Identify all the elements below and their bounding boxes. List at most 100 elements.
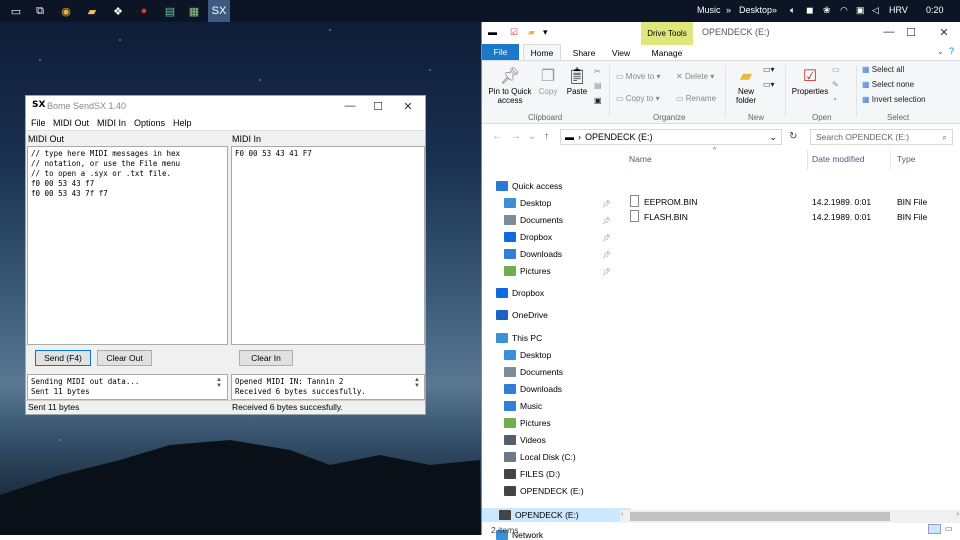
pin-icon[interactable]: 📌︎: [602, 251, 611, 259]
sidebar-item[interactable]: OPENDECK (E:): [504, 486, 584, 496]
maximize-icon[interactable]: ☐: [364, 98, 392, 114]
forward-icon[interactable]: →: [511, 131, 521, 142]
sidebar-item[interactable]: Pictures: [504, 266, 551, 276]
new-folder-icon[interactable]: ▰: [528, 27, 535, 38]
search-input[interactable]: Search OPENDECK (E:) ⌕: [810, 129, 953, 145]
tray-icon[interactable]: ❀: [823, 5, 831, 16]
send-button[interactable]: Send (F4): [35, 350, 91, 366]
history-icon[interactable]: ◔: [832, 95, 837, 104]
paste-button[interactable]: 📋︎ Paste: [564, 65, 590, 96]
select-none-button[interactable]: ▦ Select none: [862, 80, 914, 89]
properties-button[interactable]: ☑ Properties: [790, 65, 830, 96]
clear-out-button[interactable]: Clear Out: [97, 350, 152, 366]
address-bar[interactable]: ▬ › OPENDECK (E:) ⌄: [560, 129, 782, 145]
properties-icon[interactable]: ☑: [510, 27, 518, 38]
column-type[interactable]: Type: [897, 154, 915, 164]
minimize-icon[interactable]: —: [336, 98, 364, 114]
new-folder-button[interactable]: ▰ New folder: [732, 65, 760, 105]
back-icon[interactable]: ←: [492, 131, 502, 142]
explorer-titlebar[interactable]: ▬ ☑ ▰ ▾ Drive Tools OPENDECK (E:) — ☐ ✕: [482, 22, 960, 45]
sidebar-item[interactable]: Local Disk (C:): [504, 452, 576, 462]
sidebar-item[interactable]: Desktop: [504, 198, 551, 208]
sidebar-item[interactable]: Dropbox: [504, 232, 552, 242]
chevron-down-icon[interactable]: ⌄: [769, 132, 777, 143]
tray-lang[interactable]: HRV: [889, 5, 908, 15]
tab-share[interactable]: Share: [570, 46, 598, 60]
pin-icon[interactable]: 📌︎: [602, 268, 611, 276]
invert-selection-button[interactable]: ▦ Invert selection: [862, 95, 926, 104]
column-name[interactable]: Name: [629, 154, 652, 164]
scroll-left-icon[interactable]: ‹: [621, 511, 623, 518]
sidebar-item[interactable]: OPENDECK (E:): [482, 508, 631, 522]
tray-icon[interactable]: ▣: [856, 5, 865, 16]
copy-to-button[interactable]: ▭ Copy to ▾: [616, 94, 660, 103]
rename-button[interactable]: ▭ Rename: [676, 94, 716, 103]
tray-icon[interactable]: ◼: [806, 5, 813, 16]
pin-icon[interactable]: 📌︎: [602, 200, 611, 208]
sidebar-item[interactable]: Music: [504, 401, 542, 411]
paste-shortcut-icon[interactable]: ▣: [594, 96, 602, 105]
tab-view[interactable]: View: [608, 46, 634, 60]
easy-access-icon[interactable]: ▭▾: [763, 80, 775, 89]
menu-midi-in[interactable]: MIDI In: [97, 118, 126, 128]
edit-icon[interactable]: ✎: [832, 80, 839, 89]
help-icon[interactable]: ?: [949, 46, 954, 56]
app-icon[interactable]: ●: [136, 3, 152, 19]
sidebar-item[interactable]: Downloads: [504, 384, 562, 394]
task-switch-icon[interactable]: ⧉: [32, 3, 48, 19]
chevron-right-icon[interactable]: »: [726, 5, 731, 15]
file-explorer-icon[interactable]: ▰: [84, 3, 100, 19]
file-row[interactable]: EEPROM.BIN 14.2.1989. 0:01 BIN File: [628, 195, 958, 210]
volume-icon[interactable]: 🔈︎: [790, 5, 795, 16]
sidebar-item[interactable]: Dropbox: [496, 288, 544, 298]
column-date-modified[interactable]: Date modified: [812, 154, 864, 164]
scrollbar-thumb[interactable]: [630, 512, 890, 521]
midi-out-log[interactable]: Sending MIDI out data... Sent 11 bytes: [27, 374, 228, 400]
close-icon[interactable]: ✕: [930, 24, 958, 40]
tray-time[interactable]: 0:20: [926, 5, 944, 15]
midi-in-textarea[interactable]: F0 00 53 43 41 F7: [231, 146, 425, 345]
tray-desktop[interactable]: Desktop: [739, 5, 772, 15]
sidebar-item[interactable]: Desktop: [504, 350, 551, 360]
up-icon[interactable]: ↑: [544, 131, 549, 142]
scroll-right-icon[interactable]: ›: [957, 511, 959, 518]
sendsx-titlebar[interactable]: SX Bome SendSX 1.40 — ☐ ✕: [26, 96, 425, 116]
tab-manage[interactable]: Manage: [644, 46, 690, 60]
large-icons-view-icon[interactable]: ▭: [945, 524, 953, 533]
quick-access-toolbar-icon[interactable]: ▬: [488, 27, 497, 37]
midi-out-textarea[interactable]: // type here MIDI messages in hex // not…: [27, 146, 228, 345]
speaker-icon[interactable]: ◁: [872, 5, 879, 16]
scroll-arrows-icon[interactable]: ▲ ▼: [216, 377, 225, 389]
recent-dropdown-icon[interactable]: ⌄: [528, 131, 536, 142]
maximize-icon[interactable]: ☐: [897, 24, 925, 40]
copy-button[interactable]: ❐ Copy: [536, 65, 560, 96]
sidebar-item[interactable]: OneDrive: [496, 310, 548, 320]
sidebar-item[interactable]: Documents: [504, 367, 563, 377]
menu-help[interactable]: Help: [173, 118, 192, 128]
pin-icon[interactable]: 📌︎: [602, 217, 611, 225]
column-separator[interactable]: [890, 150, 891, 170]
tab-home[interactable]: Home: [523, 44, 561, 61]
sidebar-item[interactable]: Documents: [504, 215, 563, 225]
column-separator[interactable]: [807, 150, 808, 170]
select-all-button[interactable]: ▦ Select all: [862, 65, 904, 74]
sidebar-item[interactable]: Quick access: [496, 181, 563, 191]
pin-icon[interactable]: 📌︎: [602, 234, 611, 242]
new-item-icon[interactable]: ▭▾: [763, 65, 775, 74]
menu-file[interactable]: File: [31, 118, 46, 128]
chevron-right-icon[interactable]: »: [772, 5, 777, 15]
horizontal-scrollbar[interactable]: ‹ ›: [620, 510, 960, 523]
sendsx-taskbar-icon[interactable]: SX: [208, 0, 230, 22]
app-icon[interactable]: ▦: [186, 3, 202, 19]
task-view-icon[interactable]: ▭: [8, 3, 24, 19]
cut-icon[interactable]: ✂: [594, 67, 601, 76]
sidebar-item[interactable]: FILES (D:): [504, 469, 560, 479]
move-to-button[interactable]: ▭ Move to ▾: [616, 72, 661, 81]
menu-midi-out[interactable]: MIDI Out: [53, 118, 89, 128]
sidebar-item[interactable]: Videos: [504, 435, 546, 445]
tab-file[interactable]: File: [482, 44, 519, 60]
sidebar-item[interactable]: This PC: [496, 333, 542, 343]
delete-button[interactable]: ✕ Delete ▾: [676, 72, 714, 81]
scroll-arrows-icon[interactable]: ▲ ▼: [414, 377, 423, 389]
wifi-icon[interactable]: ◠: [840, 5, 848, 16]
